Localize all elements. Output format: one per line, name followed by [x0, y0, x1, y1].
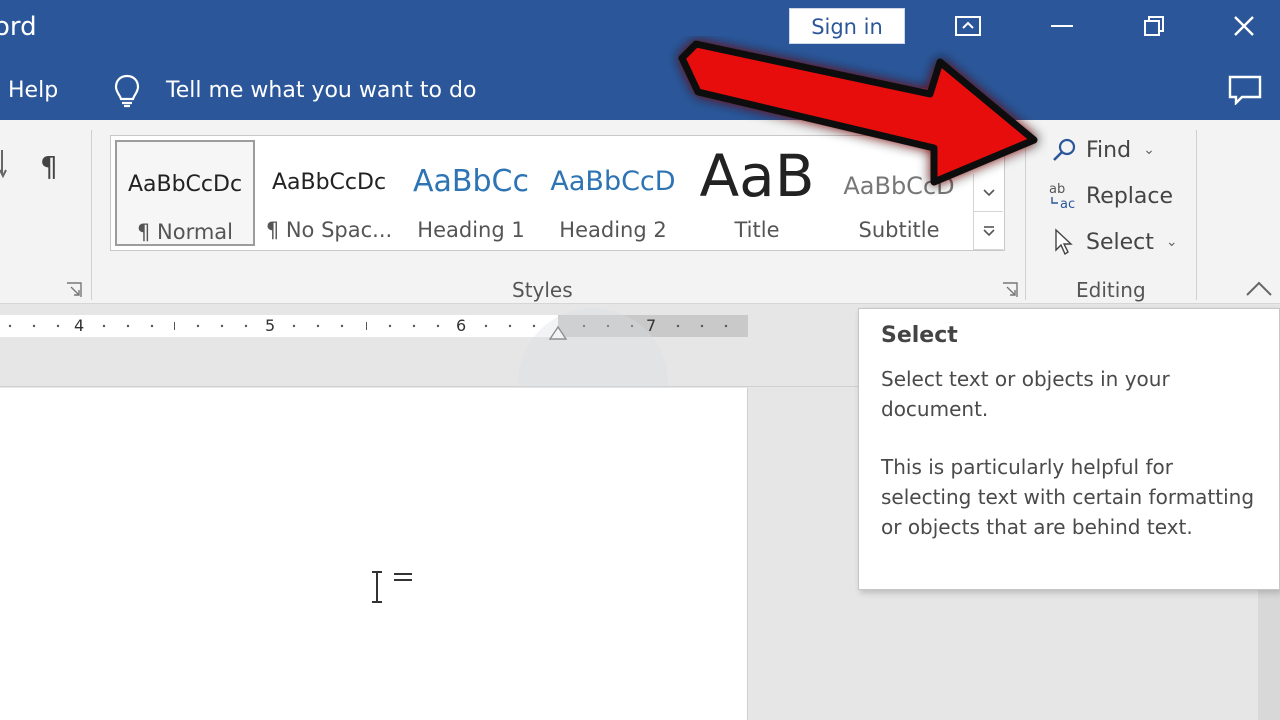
- ribbon-separator: [91, 130, 92, 300]
- cursor-arrow-icon: [1055, 228, 1073, 256]
- select-label: Select: [1086, 229, 1154, 255]
- more-icon: [982, 225, 995, 236]
- style-normal[interactable]: AaBbCcDc ¶ Normal: [115, 140, 255, 246]
- menu-bar: Help Tell me what you want to do: [0, 62, 1280, 120]
- style-name: Heading 2: [559, 218, 667, 242]
- minimize-icon: [1051, 25, 1073, 27]
- title-bar: ord Sign in: [0, 0, 1280, 62]
- select-tooltip: Select Select text or objects in your do…: [858, 308, 1280, 590]
- chevron-down-icon: ⌄: [1165, 234, 1178, 250]
- menu-help-tab[interactable]: Help: [8, 78, 58, 103]
- sort-arrow-icon[interactable]: [0, 150, 10, 180]
- text-cursor-icon: [372, 571, 412, 603]
- ribbon-separator: [1196, 130, 1197, 300]
- svg-text:ab: ab: [1049, 182, 1065, 197]
- restore-icon: [1144, 16, 1164, 36]
- collapse-ribbon-icon[interactable]: [1244, 278, 1274, 300]
- ruler-number: 4: [74, 316, 85, 335]
- styles-dialog-launcher-icon[interactable]: [1002, 282, 1018, 298]
- tooltip-title: Select: [881, 323, 958, 348]
- svg-text:ac: ac: [1060, 197, 1075, 211]
- tell-me-search[interactable]: Tell me what you want to do: [166, 78, 476, 103]
- ruler-number: 5: [265, 316, 276, 335]
- ribbon-display-icon: [955, 16, 981, 36]
- replace-label: Replace: [1086, 183, 1174, 209]
- replace-icon: ab ac: [1049, 182, 1075, 211]
- app-title: ord: [0, 12, 37, 42]
- find-button[interactable]: Find ⌄: [1046, 132, 1155, 168]
- style-heading-1[interactable]: AaBbCc Heading 1: [401, 140, 541, 246]
- replace-button[interactable]: ab ac Replace: [1046, 178, 1173, 214]
- style-no-spacing[interactable]: AaBbCcDc ¶ No Spac...: [259, 140, 399, 246]
- style-name: Heading 1: [417, 218, 525, 242]
- show-formatting-marks-icon[interactable]: ¶: [40, 150, 58, 183]
- chevron-down-icon: ⌄: [1143, 142, 1155, 158]
- styles-group-label: Styles: [512, 278, 573, 302]
- tooltip-description: Select text or objects in your document.: [881, 367, 1170, 421]
- ruler-number: 6: [456, 316, 467, 335]
- style-sample: AaBbCcDc: [127, 172, 243, 197]
- style-name: ¶ No Spac...: [265, 218, 393, 242]
- comment-icon: [1228, 75, 1262, 105]
- comments-button[interactable]: [1224, 72, 1266, 108]
- style-name: Subtitle: [858, 218, 940, 242]
- style-sample: AaBbCcDc: [271, 170, 387, 195]
- style-sample: AaBbCc: [413, 164, 529, 199]
- search-icon: [1053, 138, 1076, 161]
- style-heading-2[interactable]: AaBbCcD Heading 2: [543, 140, 683, 246]
- tooltip-detail: This is particularly helpful for selecti…: [881, 455, 1255, 539]
- style-name: ¶ Normal: [136, 220, 234, 244]
- select-button[interactable]: Select ⌄: [1046, 224, 1178, 260]
- red-arrow-annotation: [678, 40, 1038, 186]
- close-icon: [1234, 16, 1254, 36]
- style-sample: AaBbCcD: [550, 166, 676, 197]
- paragraph-dialog-launcher-icon[interactable]: [66, 282, 82, 298]
- style-name: Title: [734, 218, 780, 242]
- find-label: Find: [1086, 137, 1132, 163]
- document-page[interactable]: [0, 388, 748, 720]
- ribbon: ¶ AaBbCcDc ¶ Normal AaBbCcDc ¶ No Spac..…: [0, 120, 1280, 304]
- editing-group-label: Editing: [1076, 278, 1146, 302]
- close-button[interactable]: [1214, 4, 1274, 48]
- gallery-more-button[interactable]: [974, 212, 1003, 250]
- lightbulb-icon: [114, 74, 140, 108]
- restore-button[interactable]: [1124, 4, 1184, 48]
